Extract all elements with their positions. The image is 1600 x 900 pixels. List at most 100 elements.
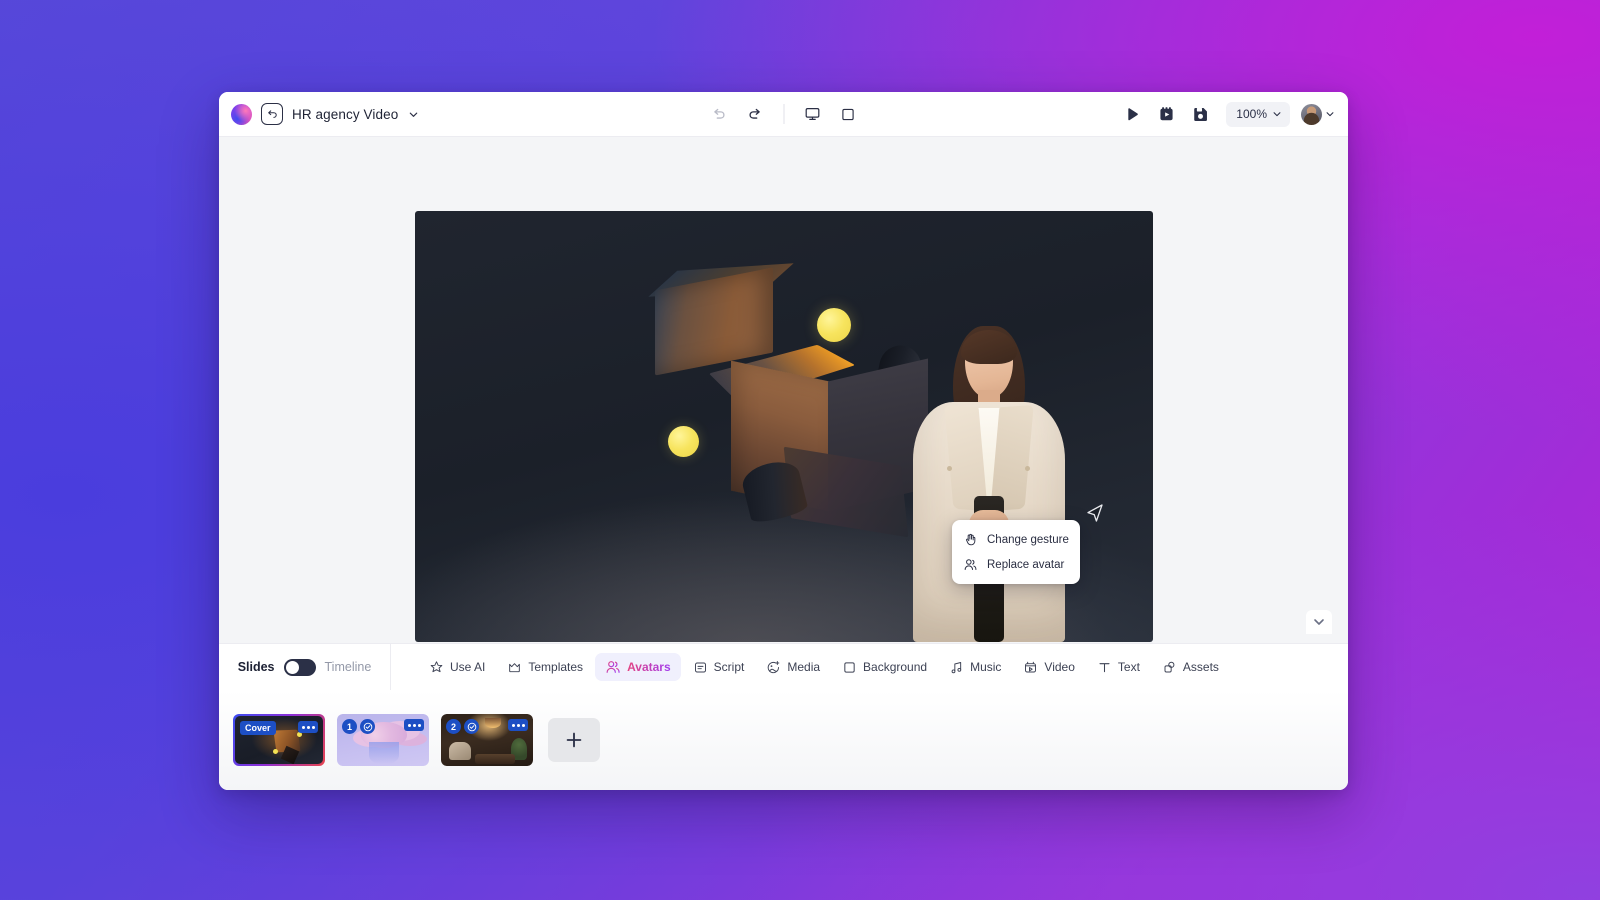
document-lines-icon xyxy=(693,660,708,675)
slide-canvas[interactable]: Change gesture Replace avatar xyxy=(415,211,1153,642)
slide-more-button[interactable] xyxy=(298,721,318,733)
slide-thumbnail-image: 1 xyxy=(337,714,429,766)
tab-label: Background xyxy=(863,660,927,674)
floppy-disk-icon xyxy=(1191,105,1210,124)
brand-logo[interactable] xyxy=(231,104,252,125)
scene-ball-1 xyxy=(817,308,851,342)
slide-thumbnail-cover[interactable]: Cover xyxy=(233,714,325,766)
user-menu[interactable] xyxy=(1301,104,1335,125)
save-button[interactable] xyxy=(1185,99,1215,129)
slide-thumbnail-2[interactable]: 2 xyxy=(441,714,533,766)
tab-templates[interactable]: Templates xyxy=(497,654,593,681)
slides-strip: Cover 1 xyxy=(219,690,1348,790)
back-arrow-icon xyxy=(266,108,278,120)
project-title-dropdown[interactable] xyxy=(408,109,419,120)
zoom-level-label: 100% xyxy=(1236,107,1267,121)
mode-toggle[interactable] xyxy=(284,659,316,676)
aspect-ratio-button[interactable] xyxy=(833,99,863,129)
square-icon xyxy=(840,106,857,123)
crown-icon xyxy=(507,660,522,675)
slide-thumbnail-image: Cover xyxy=(235,716,323,764)
image-add-icon xyxy=(766,660,781,675)
slide-badge-cover: Cover xyxy=(240,721,276,735)
tab-script[interactable]: Script xyxy=(683,654,755,681)
plus-icon xyxy=(563,729,585,751)
topbar-center-group xyxy=(704,99,863,129)
tab-music[interactable]: Music xyxy=(939,654,1011,681)
render-video-button[interactable] xyxy=(1151,99,1181,129)
top-toolbar: HR agency Video xyxy=(219,92,1348,137)
topbar-left-group: HR agency Video xyxy=(231,103,419,125)
slide-status-check xyxy=(360,719,375,734)
music-note-icon xyxy=(949,660,964,675)
zoom-selector[interactable]: 100% xyxy=(1226,102,1290,127)
mode-label-slides[interactable]: Slides xyxy=(238,660,275,674)
app-window: HR agency Video xyxy=(219,92,1348,790)
shapes-icon xyxy=(1162,660,1177,675)
monitor-icon xyxy=(803,105,821,123)
context-menu-label: Replace avatar xyxy=(987,559,1064,571)
editor-tabbar: Slides Timeline Use AI Templa xyxy=(219,643,1348,690)
slide-thumbnail-1[interactable]: 1 xyxy=(337,714,429,766)
topbar-right-group: 100% xyxy=(1117,99,1335,129)
avatar-context-menu: Change gesture Replace avatar xyxy=(952,520,1080,584)
chevron-down-icon xyxy=(1312,615,1326,629)
avatar xyxy=(1301,104,1322,125)
avatar-button xyxy=(1025,466,1030,471)
project-title[interactable]: HR agency Video xyxy=(292,107,398,122)
tab-label: Avatars xyxy=(627,660,671,674)
tab-use-ai[interactable]: Use AI xyxy=(419,654,495,681)
slide-more-button[interactable] xyxy=(404,719,424,731)
thumb-dot xyxy=(273,749,278,754)
toolbar-divider xyxy=(783,104,784,124)
more-dot xyxy=(408,724,411,727)
tab-label: Media xyxy=(787,660,820,674)
desktop-background: HR agency Video xyxy=(0,0,1600,900)
more-dot xyxy=(517,724,520,727)
chevron-down-icon xyxy=(1272,109,1282,119)
tab-text[interactable]: Text xyxy=(1087,654,1150,681)
present-button[interactable] xyxy=(797,99,827,129)
context-menu-item-replace-avatar[interactable]: Replace avatar xyxy=(952,552,1080,577)
redo-button[interactable] xyxy=(740,99,770,129)
slide-status-check xyxy=(464,719,479,734)
video-play-icon xyxy=(1023,660,1038,675)
chevron-down-icon xyxy=(408,109,419,120)
tab-label: Music xyxy=(970,660,1001,674)
context-menu-label: Change gesture xyxy=(987,534,1069,546)
more-dot xyxy=(512,724,515,727)
text-t-icon xyxy=(1097,660,1112,675)
check-circle-icon xyxy=(467,722,477,732)
tab-background[interactable]: Background xyxy=(832,654,937,681)
tab-media[interactable]: Media xyxy=(756,654,830,681)
presenter-avatar[interactable] xyxy=(879,324,1099,642)
tab-label: Text xyxy=(1118,660,1140,674)
tab-assets[interactable]: Assets xyxy=(1152,654,1229,681)
back-button[interactable] xyxy=(261,103,283,125)
scene-ball-2 xyxy=(668,426,699,457)
chevron-down-icon xyxy=(1325,109,1335,119)
avatar-button xyxy=(947,466,952,471)
tab-avatars[interactable]: Avatars xyxy=(595,653,681,681)
thumb-rain xyxy=(369,742,399,764)
undo-icon xyxy=(711,106,728,123)
undo-button[interactable] xyxy=(704,99,734,129)
add-slide-button[interactable] xyxy=(548,718,600,762)
check-circle-icon xyxy=(363,722,373,732)
tab-label: Script xyxy=(714,660,745,674)
thumb-table xyxy=(475,754,515,764)
context-menu-item-change-gesture[interactable]: Change gesture xyxy=(952,527,1080,552)
more-dot xyxy=(413,724,416,727)
people-icon xyxy=(963,557,978,572)
tab-video[interactable]: Video xyxy=(1013,654,1084,681)
slide-more-button[interactable] xyxy=(508,719,528,731)
collapse-panel-button[interactable] xyxy=(1306,610,1332,634)
slide-number-badge: 2 xyxy=(446,719,461,734)
editor-stage: Change gesture Replace avatar xyxy=(219,137,1348,643)
play-button[interactable] xyxy=(1117,99,1147,129)
slides-timeline-switch[interactable]: Slides Timeline xyxy=(219,644,391,690)
tab-label: Templates xyxy=(528,660,583,674)
tool-tabs: Use AI Templates xyxy=(391,653,1348,681)
mode-label-timeline[interactable]: Timeline xyxy=(325,660,372,674)
more-dot xyxy=(312,726,315,729)
